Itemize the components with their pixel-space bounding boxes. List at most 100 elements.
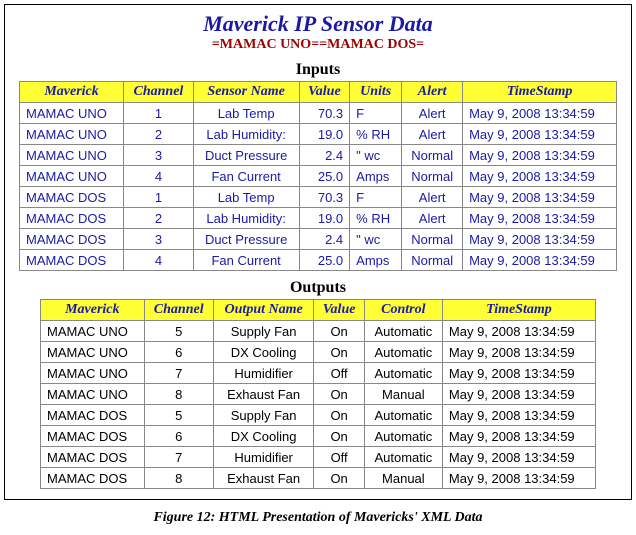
cell-value: On <box>314 342 364 363</box>
table-row: MAMAC UNO4Fan Current25.0AmpsNormalMay 9… <box>20 166 617 187</box>
cell-maverick: MAMAC UNO <box>41 363 145 384</box>
cell-timestamp: May 9, 2008 13:34:59 <box>463 124 617 145</box>
cell-control: Automatic <box>364 405 442 426</box>
cell-units: Amps <box>350 250 402 271</box>
cell-value: On <box>314 468 364 489</box>
table-row: MAMAC DOS7HumidifierOffAutomaticMay 9, 2… <box>41 447 596 468</box>
cell-maverick: MAMAC UNO <box>20 103 124 124</box>
cell-output: Exhaust Fan <box>213 468 314 489</box>
cell-alert: Alert <box>402 124 463 145</box>
table-row: MAMAC UNO2Lab Humidity:19.0% RHAlertMay … <box>20 124 617 145</box>
cell-maverick: MAMAC DOS <box>20 229 124 250</box>
cell-value: 70.3 <box>299 103 350 124</box>
cell-maverick: MAMAC UNO <box>41 321 145 342</box>
cell-control: Automatic <box>364 342 442 363</box>
cell-sensor: Lab Humidity: <box>193 124 299 145</box>
cell-maverick: MAMAC UNO <box>20 145 124 166</box>
cell-channel: 1 <box>124 187 194 208</box>
cell-output: DX Cooling <box>213 342 314 363</box>
cell-value: 25.0 <box>299 166 350 187</box>
cell-timestamp: May 9, 2008 13:34:59 <box>442 468 595 489</box>
cell-output: Humidifier <box>213 363 314 384</box>
cell-alert: Alert <box>402 187 463 208</box>
cell-timestamp: May 9, 2008 13:34:59 <box>463 166 617 187</box>
cell-control: Automatic <box>364 447 442 468</box>
cell-maverick: MAMAC UNO <box>41 342 145 363</box>
cell-value: 2.4 <box>299 145 350 166</box>
table-row: MAMAC DOS4Fan Current25.0AmpsNormalMay 9… <box>20 250 617 271</box>
cell-channel: 5 <box>144 405 213 426</box>
cell-value: On <box>314 405 364 426</box>
cell-sensor: Lab Temp <box>193 187 299 208</box>
cell-units: F <box>350 103 402 124</box>
col-timestamp: TimeStamp <box>463 82 617 103</box>
cell-sensor: Lab Humidity: <box>193 208 299 229</box>
cell-maverick: MAMAC UNO <box>41 384 145 405</box>
cell-output: Humidifier <box>213 447 314 468</box>
col-outputname: Output Name <box>213 300 314 321</box>
cell-alert: Normal <box>402 145 463 166</box>
table-row: MAMAC DOS3Duct Pressure2.4" wcNormalMay … <box>20 229 617 250</box>
cell-channel: 6 <box>144 426 213 447</box>
cell-sensor: Fan Current <box>193 166 299 187</box>
cell-timestamp: May 9, 2008 13:34:59 <box>442 426 595 447</box>
cell-control: Automatic <box>364 426 442 447</box>
table-row: MAMAC DOS1Lab Temp70.3FAlertMay 9, 2008 … <box>20 187 617 208</box>
cell-maverick: MAMAC DOS <box>41 447 145 468</box>
cell-channel: 3 <box>124 229 194 250</box>
col-timestamp: TimeStamp <box>442 300 595 321</box>
cell-units: " wc <box>350 145 402 166</box>
cell-units: % RH <box>350 208 402 229</box>
col-alert: Alert <box>402 82 463 103</box>
col-units: Units <box>350 82 402 103</box>
table-row: MAMAC UNO5Supply FanOnAutomaticMay 9, 20… <box>41 321 596 342</box>
cell-timestamp: May 9, 2008 13:34:59 <box>442 342 595 363</box>
cell-channel: 2 <box>124 124 194 145</box>
col-maverick: Maverick <box>20 82 124 103</box>
cell-value: 2.4 <box>299 229 350 250</box>
table-row: MAMAC UNO8Exhaust FanOnManualMay 9, 2008… <box>41 384 596 405</box>
cell-control: Automatic <box>364 321 442 342</box>
cell-value: Off <box>314 447 364 468</box>
cell-control: Manual <box>364 384 442 405</box>
outputs-table: Maverick Channel Output Name Value Contr… <box>40 299 596 489</box>
table-row: MAMAC UNO7HumidifierOffAutomaticMay 9, 2… <box>41 363 596 384</box>
cell-units: F <box>350 187 402 208</box>
cell-timestamp: May 9, 2008 13:34:59 <box>442 321 595 342</box>
cell-timestamp: May 9, 2008 13:34:59 <box>463 145 617 166</box>
cell-timestamp: May 9, 2008 13:34:59 <box>442 384 595 405</box>
cell-timestamp: May 9, 2008 13:34:59 <box>442 363 595 384</box>
cell-timestamp: May 9, 2008 13:34:59 <box>463 187 617 208</box>
cell-units: % RH <box>350 124 402 145</box>
cell-value: 19.0 <box>299 124 350 145</box>
cell-channel: 2 <box>124 208 194 229</box>
cell-channel: 7 <box>144 447 213 468</box>
cell-channel: 5 <box>144 321 213 342</box>
cell-control: Manual <box>364 468 442 489</box>
cell-output: Exhaust Fan <box>213 384 314 405</box>
col-channel: Channel <box>144 300 213 321</box>
table-row: MAMAC DOS6DX CoolingOnAutomaticMay 9, 20… <box>41 426 596 447</box>
inputs-table: Maverick Channel Sensor Name Value Units… <box>19 81 617 271</box>
cell-alert: Alert <box>402 103 463 124</box>
table-row: MAMAC DOS5Supply FanOnAutomaticMay 9, 20… <box>41 405 596 426</box>
page-title: Maverick IP Sensor Data <box>11 11 625 37</box>
cell-channel: 1 <box>124 103 194 124</box>
table-row: MAMAC UNO3Duct Pressure2.4" wcNormalMay … <box>20 145 617 166</box>
cell-units: " wc <box>350 229 402 250</box>
cell-maverick: MAMAC DOS <box>41 426 145 447</box>
table-row: MAMAC UNO6DX CoolingOnAutomaticMay 9, 20… <box>41 342 596 363</box>
col-value: Value <box>314 300 364 321</box>
outputs-heading: Outputs <box>11 279 625 297</box>
cell-channel: 6 <box>144 342 213 363</box>
cell-maverick: MAMAC DOS <box>20 187 124 208</box>
cell-value: 25.0 <box>299 250 350 271</box>
col-maverick: Maverick <box>41 300 145 321</box>
cell-sensor: Duct Pressure <box>193 229 299 250</box>
cell-alert: Alert <box>402 208 463 229</box>
cell-maverick: MAMAC DOS <box>20 208 124 229</box>
cell-maverick: MAMAC DOS <box>41 468 145 489</box>
cell-value: 70.3 <box>299 187 350 208</box>
cell-sensor: Duct Pressure <box>193 145 299 166</box>
table-row: MAMAC UNO1Lab Temp70.3FAlertMay 9, 2008 … <box>20 103 617 124</box>
